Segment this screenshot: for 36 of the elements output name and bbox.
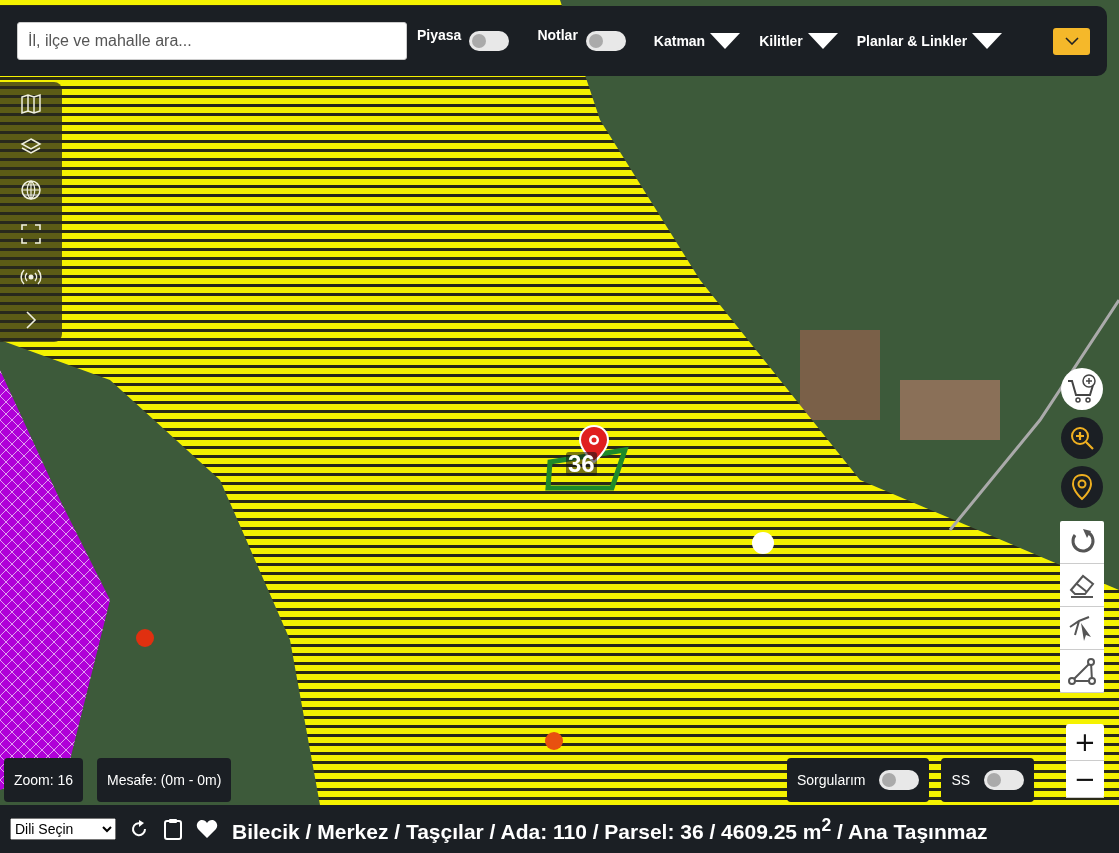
chevron-down-icon [1064, 37, 1079, 45]
parcel-number-label: 36 [566, 452, 597, 476]
distance-label: Mesafe: (0m - 0m) [97, 758, 232, 802]
triangle-down-icon [806, 32, 839, 50]
toggle-label: Notlar [537, 27, 578, 43]
map-pin-icon [1070, 473, 1094, 501]
triangle-down-icon [709, 32, 742, 50]
dropdown-menu[interactable]: Planlar & Linkler [856, 32, 1004, 50]
globe-icon [20, 179, 42, 202]
fullscreen-icon [20, 222, 42, 245]
triangle-nodes-icon [1067, 656, 1097, 686]
parcel-address-text: Bilecik / Merkez / Taşçılar / Ada: 110 / Parsel: 36 / 4609.25 m$^{2}$ / Ana Taşınmaz [232, 814, 988, 844]
zoom-control-button[interactable]: + [1066, 724, 1104, 761]
clipboard-icon[interactable] [162, 817, 184, 841]
expand-button[interactable] [1053, 27, 1090, 55]
triangle-down-icon [971, 32, 1004, 50]
heart-icon[interactable] [196, 819, 218, 839]
dropdown-menu[interactable]: Katman [653, 32, 742, 50]
search-field[interactable]: İl, ilçe ve mahalle ara... [17, 22, 407, 60]
dropdown-menu[interactable]: Kilitler [759, 32, 839, 50]
zoom-control-button[interactable]: − [1066, 761, 1104, 798]
map-point-marker [545, 732, 563, 750]
toggle-switch[interactable] [879, 770, 920, 790]
map-point-marker [136, 629, 154, 647]
toggle-switch[interactable] [585, 31, 626, 51]
zoom-level-label: Zoom: 16 [4, 758, 84, 802]
toggle-switch[interactable] [984, 770, 1025, 790]
cart-plus-icon [1066, 373, 1098, 405]
toggle-label: Sorgularım [797, 772, 866, 788]
map-point-marker [752, 532, 774, 554]
magnifier-plus-icon [1069, 425, 1095, 451]
map-icon [20, 92, 42, 115]
toggle-switch[interactable] [469, 31, 510, 51]
toggle-label: Piyasa [417, 27, 462, 43]
language-select[interactable]: Dili Seçin [10, 818, 116, 840]
toggle-label: SS [951, 772, 971, 788]
